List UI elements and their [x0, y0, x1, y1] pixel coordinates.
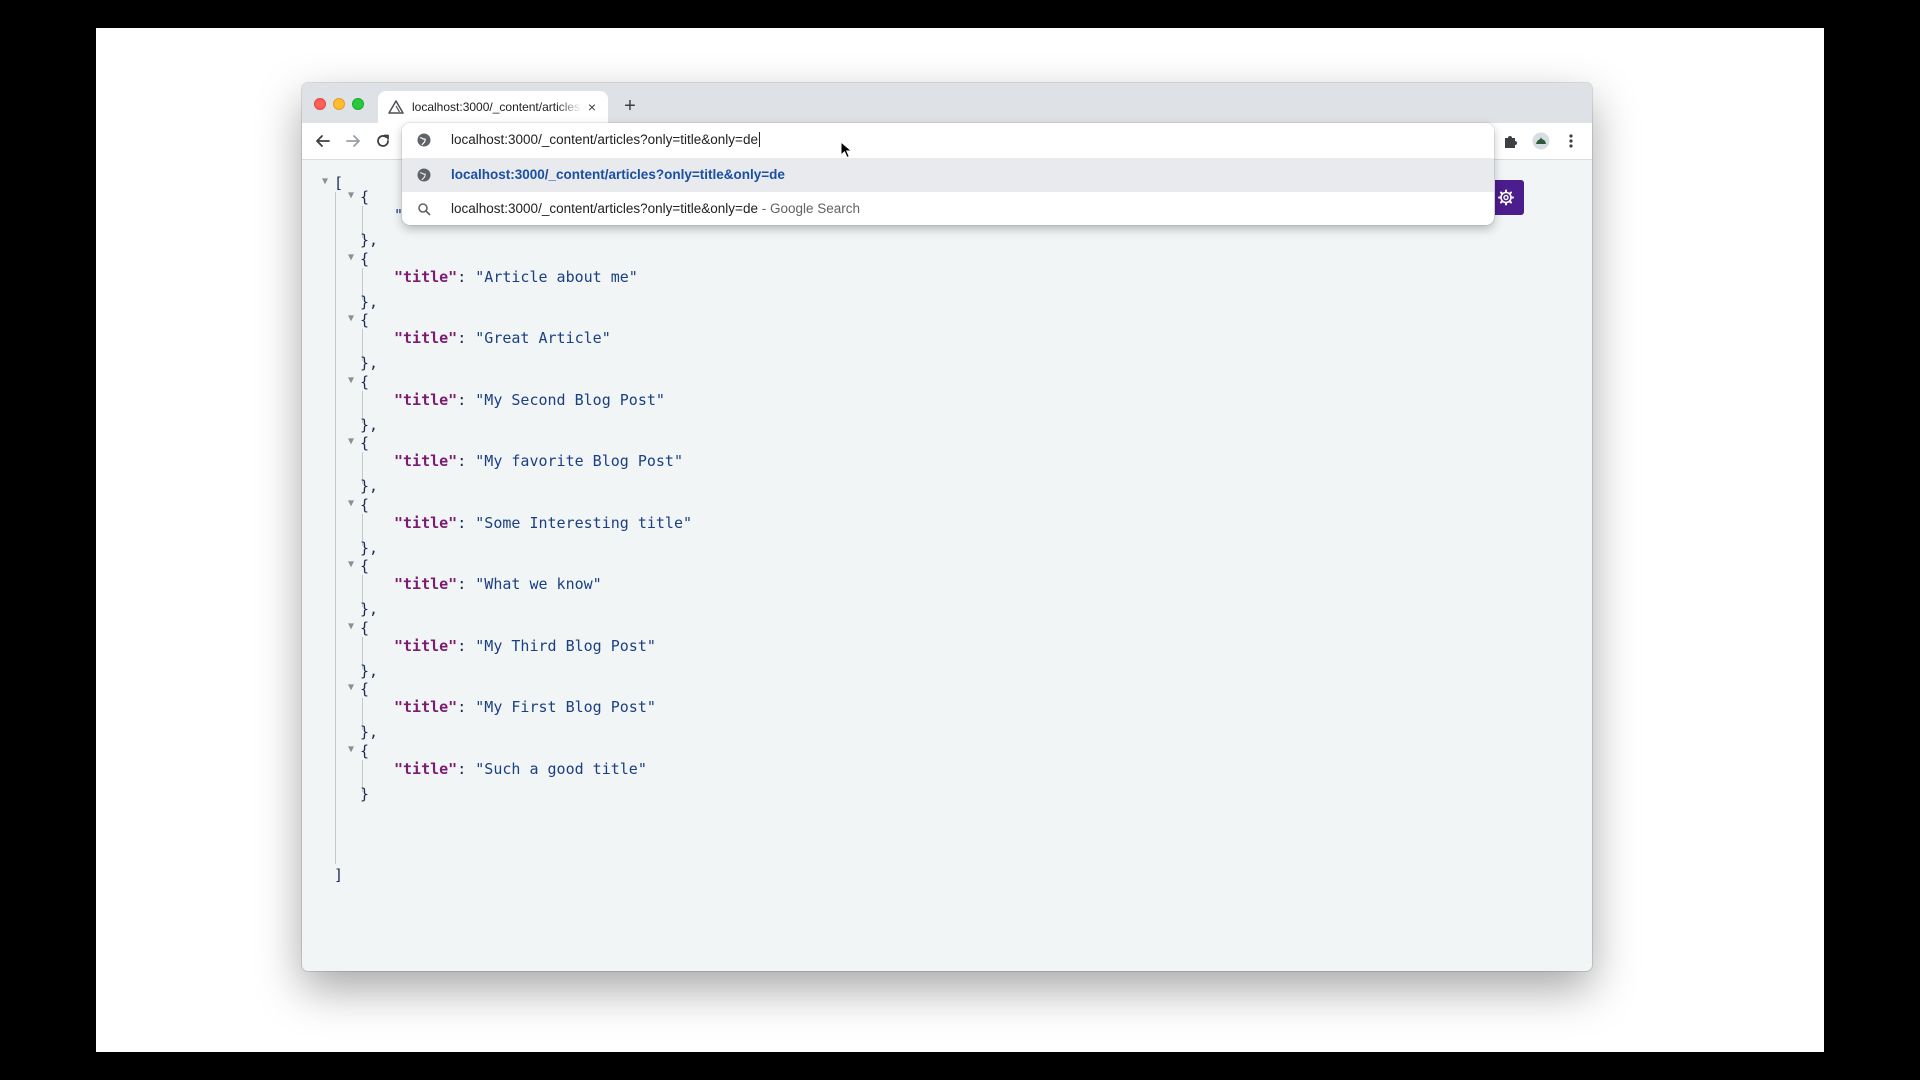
- screen-background: localhost:3000/_content/articles?only=ti…: [96, 28, 1824, 1052]
- suggestion-url-text: localhost:3000/_content/articles?only=ti…: [451, 167, 785, 182]
- address-bar-dropdown: localhost:3000/_content/articles?only=ti…: [402, 123, 1494, 225]
- collapse-array-toggle[interactable]: ▼: [322, 177, 332, 187]
- collapse-object-toggle[interactable]: ▼: [348, 683, 358, 693]
- object-open-brace: {: [360, 311, 370, 329]
- profile-avatar-icon[interactable]: [1532, 132, 1550, 150]
- json-value: "Great Article": [475, 329, 611, 347]
- json-key: "title": [394, 452, 458, 470]
- object-close-brace: },: [360, 416, 379, 434]
- object-close-brace: },: [360, 477, 379, 495]
- array-guide-line: [335, 192, 336, 864]
- json-value: "What we know": [475, 575, 602, 593]
- forward-arrow-icon[interactable]: [344, 132, 362, 150]
- text-caret: [758, 132, 760, 147]
- site-info-globe-icon[interactable]: [416, 132, 432, 148]
- collapse-object-toggle[interactable]: ▼: [348, 499, 358, 509]
- extensions-puzzle-icon[interactable]: [1502, 132, 1520, 150]
- object-close-brace: },: [360, 539, 379, 557]
- object-open-brace: {: [360, 188, 370, 206]
- object-open-brace: {: [360, 496, 370, 514]
- object-open-brace: {: [360, 434, 370, 452]
- json-value: "My First Blog Post": [475, 698, 656, 716]
- collapse-object-toggle[interactable]: ▼: [348, 437, 358, 447]
- json-viewer: ▼ [ ] ▼{"title": "Into the unknown"},▼{"…: [302, 160, 1592, 971]
- close-window-button[interactable]: [314, 98, 326, 110]
- json-key: "title": [394, 268, 458, 286]
- json-key: "title": [394, 760, 458, 778]
- json-value: "My favorite Blog Post": [475, 452, 683, 470]
- tab-close-icon[interactable]: ×: [584, 99, 600, 115]
- json-title-entry: "title": "What we know": [394, 575, 602, 593]
- browser-window: localhost:3000/_content/articles?only=ti…: [302, 83, 1592, 971]
- object-close-brace: },: [360, 354, 379, 372]
- json-key: "title": [394, 329, 458, 347]
- json-value: "My Second Blog Post": [475, 391, 665, 409]
- google-search-suffix: - Google Search: [757, 201, 861, 216]
- object-close-brace: },: [360, 231, 379, 249]
- tab-title: localhost:3000/_content/articles?only=ti…: [412, 100, 582, 114]
- collapse-object-toggle[interactable]: ▼: [348, 622, 358, 632]
- browser-tab[interactable]: localhost:3000/_content/articles?only=ti…: [378, 91, 608, 123]
- suggestion-search-text: localhost:3000/_content/articles?only=ti…: [451, 201, 861, 216]
- object-open-brace: {: [360, 619, 370, 637]
- collapse-object-toggle[interactable]: ▼: [348, 745, 358, 755]
- gear-icon: [1498, 189, 1514, 206]
- json-key: "title": [394, 637, 458, 655]
- object-close-brace: }: [360, 785, 370, 803]
- collapse-object-toggle[interactable]: ▼: [348, 253, 358, 263]
- address-input[interactable]: localhost:3000/_content/articles?only=ti…: [451, 132, 760, 147]
- json-value: "Such a good title": [475, 760, 647, 778]
- object-open-brace: {: [360, 557, 370, 575]
- suggestion-url-row[interactable]: localhost:3000/_content/articles?only=ti…: [402, 158, 1494, 192]
- object-close-brace: },: [360, 723, 379, 741]
- json-value: "Article about me": [475, 268, 638, 286]
- object-close-brace: },: [360, 293, 379, 311]
- back-arrow-icon[interactable]: [314, 132, 332, 150]
- address-bar[interactable]: localhost:3000/_content/articles?only=ti…: [402, 123, 1494, 157]
- json-key: "title": [394, 698, 458, 716]
- nuxt-favicon-icon: [388, 100, 404, 114]
- json-key: "title": [394, 514, 458, 532]
- collapse-object-toggle[interactable]: ▼: [348, 314, 358, 324]
- json-title-entry: "title": "Article about me": [394, 268, 638, 286]
- json-key: "title": [394, 391, 458, 409]
- object-open-brace: {: [360, 680, 370, 698]
- json-title-entry: "title": "My First Blog Post": [394, 698, 656, 716]
- more-menu-icon[interactable]: [1562, 132, 1580, 150]
- json-title-entry: "title": "Some Interesting title": [394, 514, 693, 532]
- object-open-brace: {: [360, 250, 370, 268]
- title-bar: localhost:3000/_content/articles?only=ti…: [302, 83, 1592, 123]
- reload-icon[interactable]: [374, 132, 392, 150]
- collapse-object-toggle[interactable]: ▼: [348, 376, 358, 386]
- globe-icon: [417, 168, 431, 182]
- mouse-cursor-icon: [840, 141, 853, 159]
- array-close-bracket: ]: [334, 866, 344, 884]
- object-close-brace: },: [360, 600, 379, 618]
- collapse-object-toggle[interactable]: ▼: [348, 191, 358, 201]
- maximize-window-button[interactable]: [352, 98, 364, 110]
- object-close-brace: },: [360, 662, 379, 680]
- json-title-entry: "title": "Such a good title": [394, 760, 647, 778]
- json-title-entry: "title": "My favorite Blog Post": [394, 452, 683, 470]
- json-title-entry: "title": "Great Article": [394, 329, 611, 347]
- json-value: "Some Interesting title": [475, 514, 693, 532]
- minimize-window-button[interactable]: [333, 98, 345, 110]
- json-title-entry: "title": "My Second Blog Post": [394, 391, 665, 409]
- suggestion-search-row[interactable]: localhost:3000/_content/articles?only=ti…: [402, 192, 1494, 226]
- search-icon: [418, 203, 431, 216]
- collapse-object-toggle[interactable]: ▼: [348, 560, 358, 570]
- new-tab-button[interactable]: +: [620, 96, 640, 116]
- object-open-brace: {: [360, 742, 370, 760]
- json-viewer-settings-button[interactable]: [1495, 180, 1524, 215]
- array-open-bracket: [: [334, 174, 344, 192]
- json-key: "title": [394, 575, 458, 593]
- json-value: "My Third Blog Post": [475, 637, 656, 655]
- object-open-brace: {: [360, 373, 370, 391]
- json-title-entry: "title": "My Third Blog Post": [394, 637, 656, 655]
